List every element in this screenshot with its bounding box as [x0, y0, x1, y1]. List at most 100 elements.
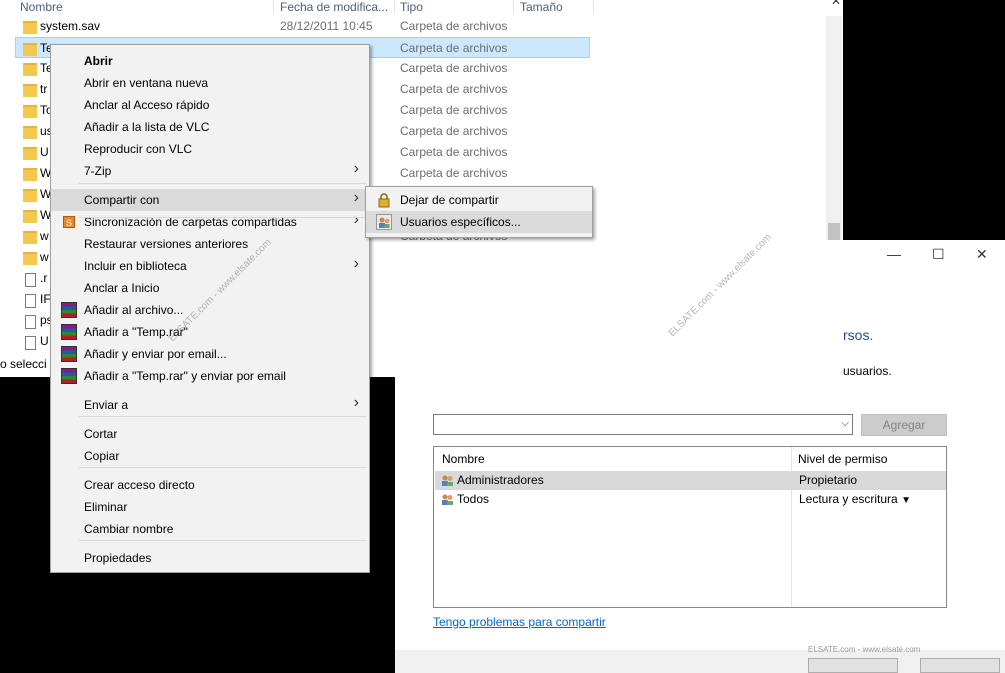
folder-icon	[23, 84, 37, 97]
menu-item-label: Abrir	[84, 54, 113, 68]
menu-item-label: Propiedades	[84, 551, 152, 565]
chevron-right-icon: ›	[353, 160, 359, 177]
menu-item[interactable]: Añadir a la lista de VLC	[51, 116, 369, 138]
menu-item-label: Incluir en biblioteca	[84, 259, 187, 273]
column-header-name[interactable]: Nombre	[20, 0, 63, 14]
winrar-icon	[61, 324, 77, 340]
menu-separator	[79, 467, 367, 468]
folder-icon	[23, 189, 37, 202]
menu-item[interactable]: Eliminar	[51, 496, 369, 518]
menu-item[interactable]: Reproducir con VLC	[51, 138, 369, 160]
column-divider[interactable]	[593, 0, 594, 14]
menu-separator	[79, 540, 367, 541]
column-divider[interactable]	[273, 0, 274, 14]
dialog-watermark: ELSATE.com - www.elsate.com	[808, 645, 921, 654]
file-type: Carpeta de archivos	[400, 103, 508, 117]
menu-item[interactable]: Crear acceso directo	[51, 474, 369, 496]
table-row[interactable]: Todos Lectura y escritura ▼	[435, 490, 946, 509]
menu-item[interactable]: Restaurar versiones anteriores	[51, 233, 369, 255]
folder-icon	[23, 105, 37, 118]
menu-item-label: Abrir en ventana nueva	[84, 76, 209, 90]
context-menu: Abrir Abrir en ventana nueva Anclar al Acc…	[50, 44, 370, 573]
menu-item[interactable]: Propiedades	[51, 547, 369, 569]
users-icon	[376, 214, 392, 230]
winrar-icon	[61, 368, 77, 384]
chevron-down-icon[interactable]: ⌵	[841, 418, 849, 429]
menu-item[interactable]: S Sincronización de carpetas compartidas ›	[51, 211, 369, 233]
user-combobox[interactable]: ⌵	[433, 414, 853, 435]
file-name: w	[40, 250, 49, 264]
column-divider[interactable]	[513, 0, 514, 14]
permission-dropdown[interactable]: Lectura y escritura ▼	[799, 492, 911, 506]
cancel-button[interactable]	[920, 658, 1000, 673]
file-icon	[25, 273, 36, 287]
menu-item-label: Añadir y enviar por email...	[84, 347, 227, 361]
minimize-icon[interactable]: —	[887, 246, 901, 262]
menu-item[interactable]: Añadir y enviar por email...	[51, 343, 369, 365]
menu-item-label: Anclar a Inicio	[84, 281, 160, 295]
menu-item[interactable]: Abrir	[51, 50, 369, 72]
column-header-size[interactable]: Tamaño	[520, 0, 563, 14]
column-header-type[interactable]: Tipo	[400, 0, 423, 14]
table-row[interactable]: Administradores Propietario	[435, 471, 946, 490]
column-header-name[interactable]: Nombre	[442, 452, 485, 466]
menu-item-label: Añadir al archivo...	[84, 303, 184, 317]
folder-icon	[23, 63, 37, 76]
menu-item-label: Copiar	[84, 449, 120, 463]
menu-item-label: Eliminar	[84, 500, 128, 514]
menu-item-label: Enviar a	[84, 398, 129, 412]
folder-icon	[23, 43, 37, 56]
menu-item[interactable]: Incluir en biblioteca ›	[51, 255, 369, 277]
menu-item-label: Reproducir con VLC	[84, 142, 193, 156]
winrar-icon	[61, 346, 77, 362]
file-date: 28/12/2011 10:45	[280, 19, 373, 33]
file-name: U	[40, 145, 49, 159]
dialog-heading-partial: rsos.	[843, 327, 874, 343]
column-divider[interactable]	[394, 0, 395, 14]
user-name: Todos	[457, 492, 490, 506]
menu-item-label: Compartir con	[84, 193, 160, 207]
column-header-date[interactable]: Fecha de modifica...	[280, 0, 388, 14]
column-header-permission[interactable]: Nivel de permiso	[798, 452, 887, 466]
sharing-help-link[interactable]: Tengo problemas para compartir	[433, 615, 606, 629]
menu-item-label: Cortar	[84, 427, 118, 441]
menu-item[interactable]: Compartir con ›	[51, 189, 369, 211]
menu-item-specific-users[interactable]: Usuarios específicos...	[366, 211, 592, 233]
file-icon	[25, 294, 36, 308]
menu-item[interactable]: Cortar	[51, 423, 369, 445]
folder-icon	[23, 21, 37, 34]
triangle-down-icon[interactable]: ▼	[901, 495, 911, 506]
close-icon[interactable]: ✕	[831, 0, 841, 8]
menu-item-label: Restaurar versiones anteriores	[84, 237, 249, 251]
file-type: Carpeta de archivos	[400, 166, 508, 180]
winrar-icon	[61, 302, 77, 318]
menu-item[interactable]: Añadir a "Temp.rar" y enviar por email	[51, 365, 369, 387]
add-button[interactable]: Agregar	[861, 414, 947, 436]
status-bar-text: o selecci	[0, 357, 47, 371]
file-row[interactable]: system.sav 28/12/2011 10:45 Carpeta de arc…	[0, 16, 600, 37]
users-icon	[442, 475, 453, 486]
menu-item-label: Crear acceso directo	[84, 478, 195, 492]
maximize-icon[interactable]: ☐	[932, 246, 945, 263]
folder-icon	[23, 168, 37, 181]
menu-item[interactable]: Cambiar nombre	[51, 518, 369, 540]
menu-item[interactable]: Copiar	[51, 445, 369, 467]
share-button[interactable]	[808, 658, 898, 673]
menu-item[interactable]: 7-Zip ›	[51, 160, 369, 182]
user-name: Administradores	[457, 473, 544, 487]
file-name: system.sav	[40, 19, 101, 33]
file-name: tr	[40, 82, 48, 96]
chevron-right-icon: ›	[353, 211, 359, 228]
file-type: Carpeta de archivos	[400, 124, 508, 138]
menu-item-stop-sharing[interactable]: Dejar de compartir	[366, 189, 592, 211]
menu-item[interactable]: Enviar a ›	[51, 394, 369, 416]
menu-item[interactable]: Anclar al Acceso rápido	[51, 94, 369, 116]
file-name: .r	[40, 271, 48, 285]
close-icon[interactable]: ✕	[976, 246, 988, 263]
menu-item[interactable]: Añadir a "Temp.rar"	[51, 321, 369, 343]
menu-item-label: Añadir a la lista de VLC	[84, 120, 210, 134]
folder-icon	[23, 210, 37, 223]
folder-icon	[23, 126, 37, 139]
menu-item-label: 7-Zip	[84, 164, 112, 178]
menu-item[interactable]: Abrir en ventana nueva	[51, 72, 369, 94]
